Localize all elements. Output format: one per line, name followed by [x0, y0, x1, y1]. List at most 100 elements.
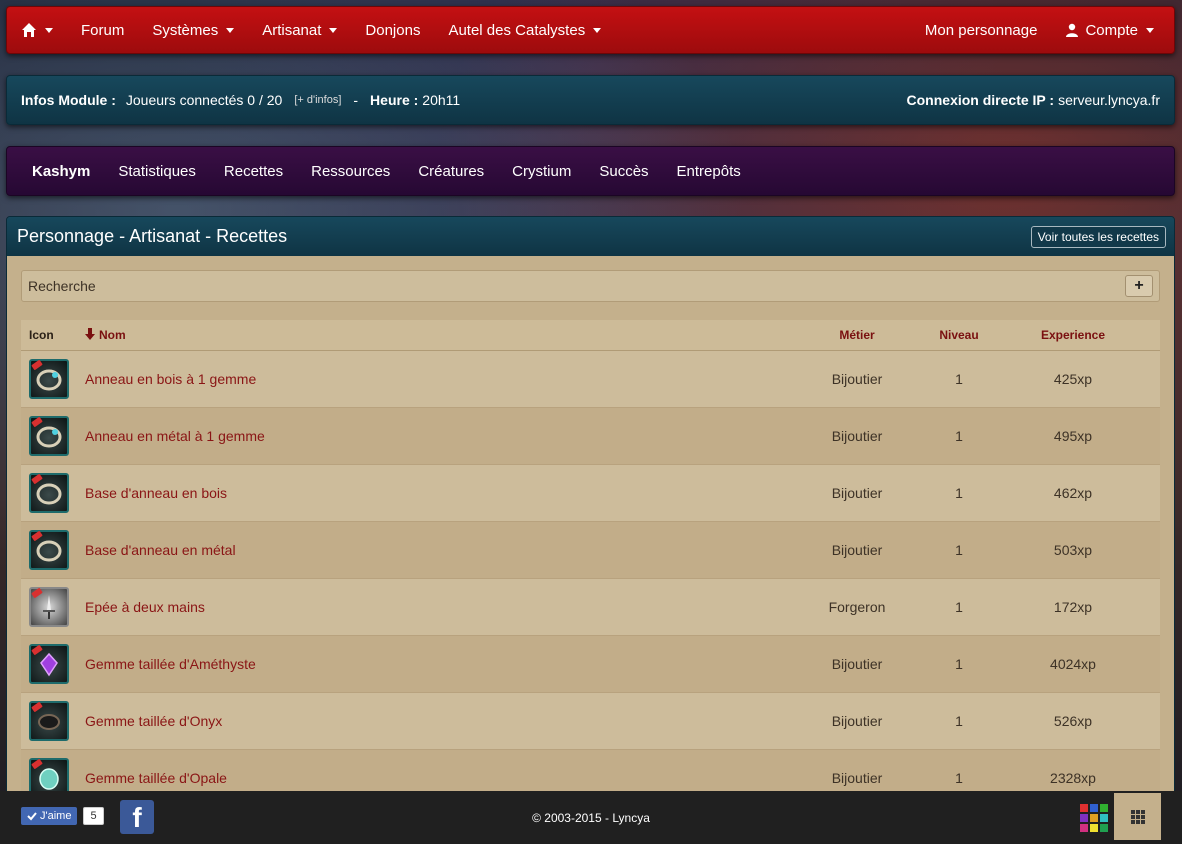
color-swatch	[1090, 824, 1098, 832]
info-separator: -	[353, 92, 359, 108]
table-row[interactable]: Anneau en métal à 1 gemme Bijoutier 1 495xp	[21, 407, 1160, 465]
account-label: Compte	[1085, 21, 1138, 39]
ring-icon	[29, 472, 69, 513]
search-bar[interactable]: Recherche +	[21, 270, 1160, 302]
search-label: Recherche	[28, 278, 96, 294]
ip-label: Connexion directe IP :	[906, 92, 1055, 108]
recipe-job: Bijoutier	[782, 521, 932, 579]
subnav-item-ressources[interactable]: Ressources	[297, 163, 404, 180]
expand-search-button[interactable]: +	[1125, 275, 1153, 297]
facebook-like-button[interactable]: J'aime	[21, 807, 78, 825]
col-job[interactable]: Métier	[782, 320, 932, 351]
recipe-name-link[interactable]: Base d'anneau en métal	[79, 521, 782, 579]
more-info-link[interactable]: [+ d'infos]	[294, 94, 341, 106]
view-all-recipes-button[interactable]: Voir toutes les recettes	[1030, 225, 1166, 248]
subnav-item-succ-s[interactable]: Succès	[585, 163, 662, 180]
table-row[interactable]: Gemme taillée d'Onyx Bijoutier 1 526xp	[21, 692, 1160, 750]
table-row[interactable]: Gemme taillée d'Opale Bijoutier 1 2328xp	[21, 749, 1160, 795]
topnav-item-label: Artisanat	[262, 21, 322, 39]
recipe-experience: 462xp	[986, 464, 1160, 522]
amethyst-gem-icon	[29, 643, 69, 684]
time-label: Heure :	[370, 92, 419, 108]
recipe-job: Bijoutier	[782, 464, 932, 522]
recipe-experience: 503xp	[986, 521, 1160, 579]
icon-cell	[21, 635, 79, 693]
table-row[interactable]: Base d'anneau en métal Bijoutier 1 503xp	[21, 521, 1160, 579]
my-character-link[interactable]: Mon personnage	[911, 7, 1052, 53]
chevron-down-icon	[329, 27, 338, 33]
col-name-label: Nom	[99, 327, 126, 342]
top-navbar-left: Forum Systèmes Artisanat Donjons Autel des C…	[7, 7, 615, 53]
recipe-name-link[interactable]: Anneau en bois à 1 gemme	[79, 350, 782, 408]
color-swatch	[1090, 804, 1098, 812]
topnav-item-label: Forum	[81, 21, 125, 39]
col-level[interactable]: Niveau	[932, 320, 986, 351]
table-row[interactable]: Gemme taillée d'Améthyste Bijoutier 1 4024x…	[21, 635, 1160, 693]
color-theme-icon[interactable]	[1080, 804, 1108, 832]
recipe-experience: 2328xp	[986, 749, 1160, 795]
color-swatch	[1080, 814, 1088, 822]
topnav-item-artisanat[interactable]: Artisanat	[248, 7, 351, 53]
col-icon: Icon	[21, 320, 79, 351]
subnav-item-crystium[interactable]: Crystium	[498, 163, 585, 180]
recipe-job: Bijoutier	[782, 749, 932, 795]
recipes-panel: Personnage - Artisanat - Recettes Voir t…	[6, 216, 1175, 796]
recipe-job: Bijoutier	[782, 692, 932, 750]
ring-gem-icon	[29, 358, 69, 399]
col-experience[interactable]: Experience	[986, 320, 1160, 351]
chevron-down-icon	[593, 27, 602, 33]
recipe-level: 1	[932, 578, 986, 636]
recipe-name-link[interactable]: Epée à deux mains	[79, 578, 782, 636]
like-label: J'aime	[40, 810, 72, 822]
subnav-item-statistiques[interactable]: Statistiques	[104, 163, 210, 180]
recipe-experience: 425xp	[986, 350, 1160, 408]
topnav-item-donjons[interactable]: Donjons	[351, 7, 434, 53]
character-subnav: Kashym Statistiques Recettes Ressources Créa…	[6, 146, 1175, 196]
recipe-level: 1	[932, 635, 986, 693]
icon-cell	[21, 521, 79, 579]
recipe-experience: 172xp	[986, 578, 1160, 636]
recipe-job: Bijoutier	[782, 407, 932, 465]
table-row[interactable]: Anneau en bois à 1 gemme Bijoutier 1 425xp	[21, 350, 1160, 408]
facebook-icon[interactable]: f	[120, 800, 154, 834]
recipe-name-link[interactable]: Base d'anneau en bois	[79, 464, 782, 522]
apps-grid-button[interactable]	[1114, 793, 1161, 840]
icon-cell	[21, 464, 79, 522]
recipes-table: Icon Nom Métier Niveau Experience Anneau…	[21, 320, 1160, 795]
col-name[interactable]: Nom	[79, 320, 782, 351]
recipe-name-link[interactable]: Anneau en métal à 1 gemme	[79, 407, 782, 465]
account-menu[interactable]: Compte	[1051, 7, 1174, 53]
module-info-label: Infos Module :	[21, 92, 116, 108]
footer: J'aime 5 f © 2003-2015 - Lyncya	[0, 791, 1182, 844]
table-row[interactable]: Epée à deux mains Forgeron 1 172xp	[21, 578, 1160, 636]
subnav-item-entrep-ts[interactable]: Entrepôts	[663, 163, 755, 180]
topnav-item-autel-des-catalystes[interactable]: Autel des Catalystes	[434, 7, 615, 53]
user-icon	[1066, 23, 1079, 37]
page-title: Personnage - Artisanat - Recettes	[17, 226, 288, 246]
color-swatch	[1080, 804, 1088, 812]
subnav-item-recettes[interactable]: Recettes	[210, 163, 297, 180]
topnav-item-syst-mes[interactable]: Systèmes	[138, 7, 248, 53]
subnav-item-cr-atures[interactable]: Créatures	[404, 163, 498, 180]
ring-icon	[29, 529, 69, 570]
recipe-level: 1	[932, 464, 986, 522]
topnav-item-forum[interactable]: Forum	[67, 7, 138, 53]
recipe-level: 1	[932, 521, 986, 579]
recipe-level: 1	[932, 692, 986, 750]
color-swatch	[1100, 804, 1108, 812]
recipe-job: Bijoutier	[782, 635, 932, 693]
onyx-gem-icon	[29, 700, 69, 741]
recipe-name-link[interactable]: Gemme taillée d'Améthyste	[79, 635, 782, 693]
recipe-level: 1	[932, 407, 986, 465]
color-swatch	[1100, 814, 1108, 822]
table-row[interactable]: Base d'anneau en bois Bijoutier 1 462xp	[21, 464, 1160, 522]
home-menu[interactable]	[7, 7, 67, 53]
recipe-name-link[interactable]: Gemme taillée d'Onyx	[79, 692, 782, 750]
icon-cell	[21, 578, 79, 636]
chevron-down-icon	[226, 27, 235, 33]
recipe-name-link[interactable]: Gemme taillée d'Opale	[79, 749, 782, 795]
icon-cell	[21, 407, 79, 465]
grid-icon	[1130, 809, 1145, 824]
subnav-item-kashym[interactable]: Kashym	[18, 163, 104, 180]
server-ip: serveur.lyncya.fr	[1058, 92, 1160, 108]
